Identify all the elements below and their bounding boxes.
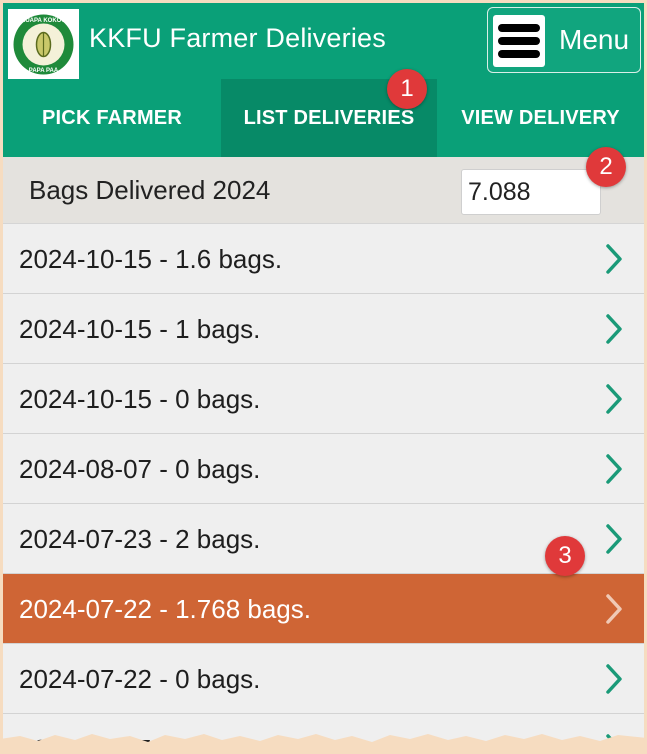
svg-text:PAPA PAA: PAPA PAA [29,68,59,74]
tab-view-delivery[interactable]: VIEW DELIVERY [437,79,644,157]
app-frame: KUAPA KOKOO PAPA PAA KKFU Farmer Deliver… [3,3,644,754]
svg-text:KUAPA KOKOO: KUAPA KOKOO [21,18,66,24]
delivery-item-label: 2024-07-22 - 1.768 bags. [19,594,311,624]
chevron-right-icon [606,384,622,414]
menu-button[interactable]: Menu [487,7,641,73]
app-title: KKFU Farmer Deliveries [89,23,386,53]
chevron-right-icon [606,314,622,344]
delivery-list: 2024-10-15 - 1.6 bags. 2024-10-15 - 1 bag… [3,224,644,754]
logo: KUAPA KOKOO PAPA PAA [8,9,79,79]
bags-delivered-field[interactable] [461,169,601,215]
chevron-right-icon [606,594,622,624]
chevron-right-icon [606,524,622,554]
chevron-right-icon [606,244,622,274]
tab-pick-farmer[interactable]: PICK FARMER [3,79,221,157]
delivery-list-item[interactable]: 2024-07-22 - 1.768 bags. [3,574,644,644]
bags-delivered-label: Bags Delivered 2024 [29,175,271,205]
delivery-item-label: 2024-10-15 - 1 bags. [19,314,261,344]
delivery-list-item[interactable]: 2024-10-15 - 1 bags. [3,294,644,364]
menu-label: Menu [559,24,630,55]
delivery-item-label: 2024-01-05 - 0.262 bags. [19,734,311,754]
delivery-item-label: 2024-10-15 - 0 bags. [19,384,261,414]
kuapa-kokoo-logo-icon: KUAPA KOKOO PAPA PAA [13,14,74,75]
delivery-item-label: 2024-10-15 - 1.6 bags. [19,244,283,274]
chevron-right-icon [606,664,622,694]
delivery-item-label: 2024-08-07 - 0 bags. [19,454,261,484]
tab-bar: PICK FARMER LIST DELIVERIES VIEW DELIVER… [3,79,644,157]
hamburger-icon [493,15,545,67]
delivery-list-item[interactable]: 2024-01-05 - 0.262 bags. [3,714,644,754]
chevron-right-icon [606,454,622,484]
annotation-badge-1: 1 [387,69,427,109]
delivery-item-label: 2024-07-23 - 2 bags. [19,524,261,554]
delivery-list-item[interactable]: 2024-07-22 - 0 bags. [3,644,644,714]
annotation-badge-2: 2 [586,147,626,187]
delivery-list-item[interactable]: 2024-10-15 - 0 bags. [3,364,644,434]
annotation-badge-3: 3 [545,536,585,576]
delivery-list-item[interactable]: 2024-08-07 - 0 bags. [3,434,644,504]
delivery-list-item[interactable]: 2024-10-15 - 1.6 bags. [3,224,644,294]
app-header: KUAPA KOKOO PAPA PAA KKFU Farmer Deliver… [3,3,644,79]
bags-delivered-row: Bags Delivered 2024 [3,157,644,224]
chevron-right-icon [606,734,622,754]
delivery-item-label: 2024-07-22 - 0 bags. [19,664,261,694]
